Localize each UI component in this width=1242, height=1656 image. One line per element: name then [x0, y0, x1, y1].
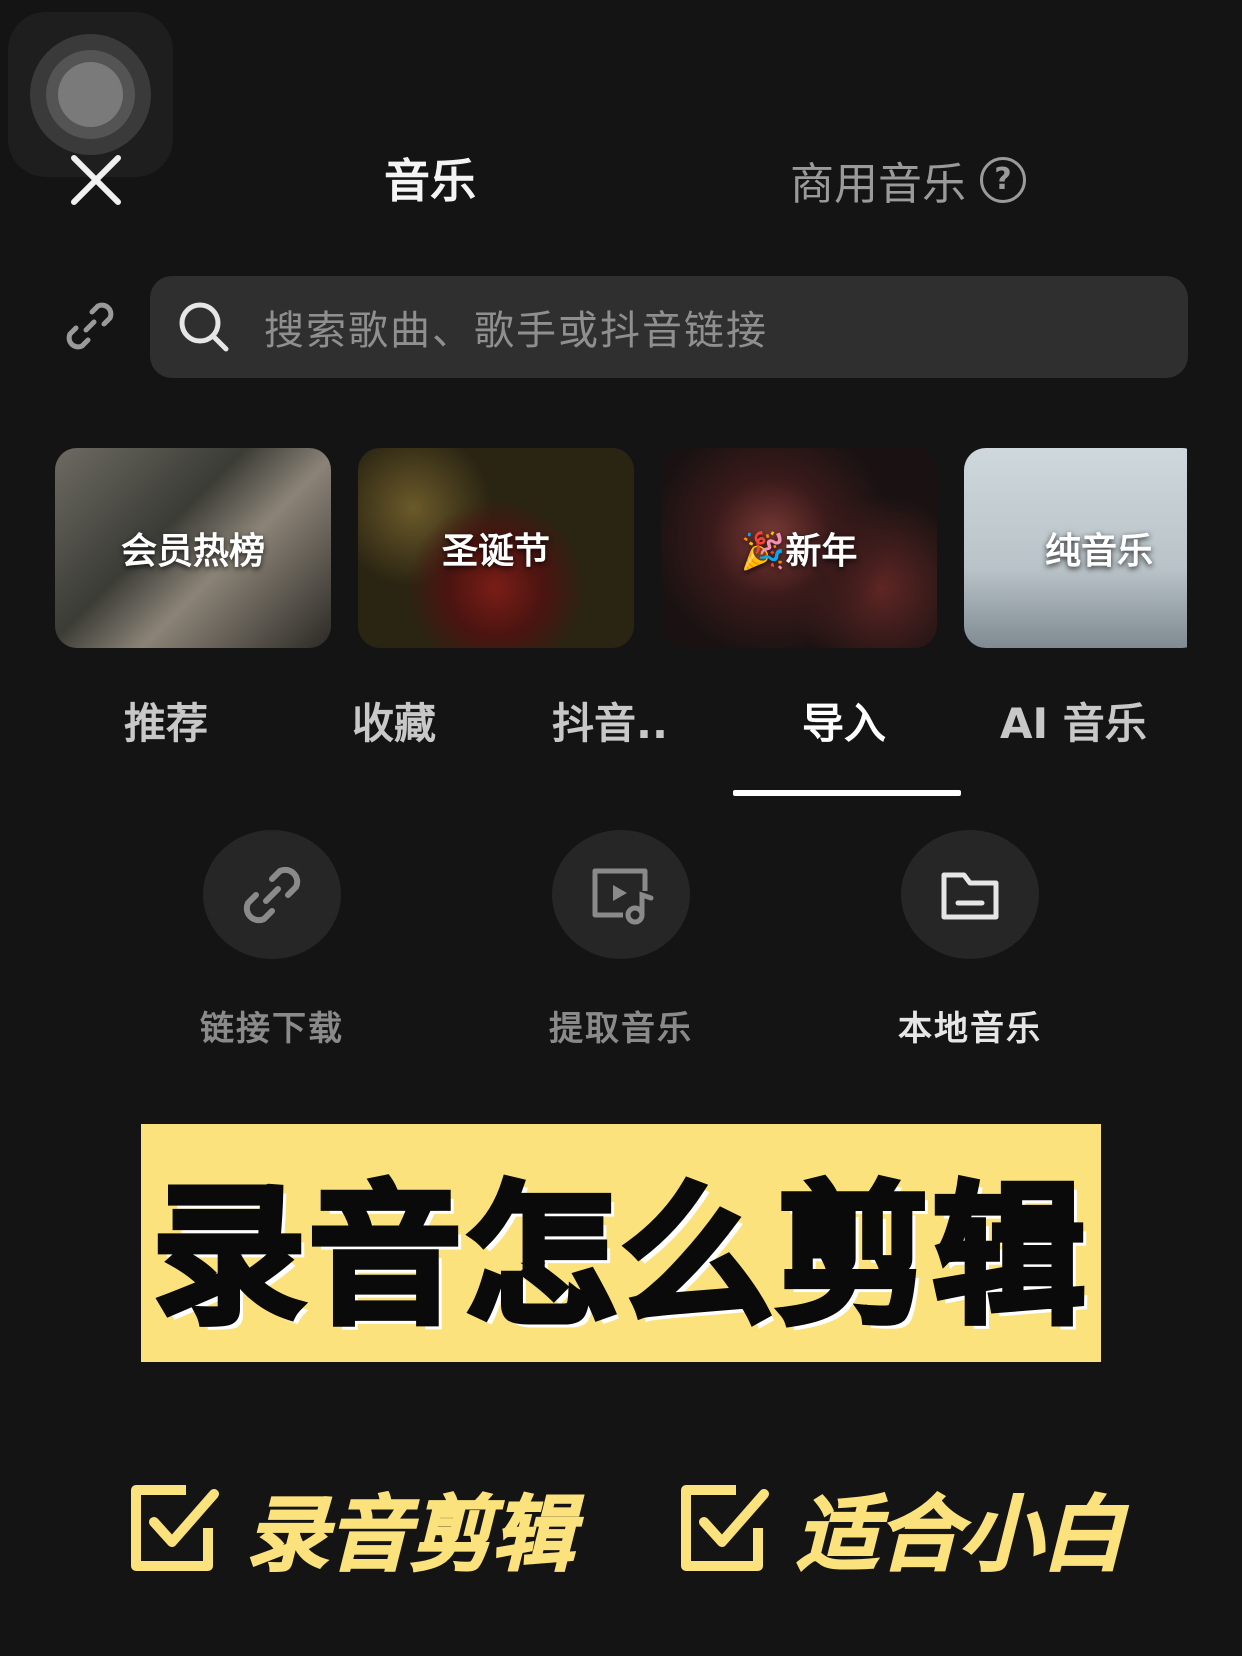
extract-music-circle [552, 830, 690, 959]
action-label: 链接下载 [200, 1009, 344, 1049]
tab-favorites[interactable]: 收藏 [352, 690, 436, 751]
assistive-touch-ring [58, 62, 123, 127]
category-carousel[interactable]: 会员热榜 圣诞节 🎉新年 纯音乐 [55, 448, 1187, 648]
search-placeholder: 搜索歌曲、歌手或抖音链接 [264, 308, 768, 354]
tab-import[interactable]: 导入 [802, 690, 886, 751]
link-icon [243, 866, 301, 923]
checkbox-icon [131, 1484, 219, 1571]
local-music-circle [901, 830, 1039, 959]
video-music-icon [592, 868, 654, 924]
link-download-circle [203, 830, 341, 959]
checkbox-icon [681, 1484, 769, 1571]
tab-ai-music[interactable]: AI 音乐 [1000, 690, 1147, 751]
commercial-music-label: 商用音乐 [790, 159, 966, 210]
search-icon [179, 302, 229, 352]
link-download-button[interactable]: 链接下载 [142, 830, 402, 1050]
help-icon[interactable]: ? [980, 157, 1026, 203]
tab-recommend[interactable]: 推荐 [124, 690, 208, 751]
extract-music-button[interactable]: 提取音乐 [491, 830, 751, 1050]
tag-text: 录音剪辑 [245, 1487, 575, 1584]
local-music-button[interactable]: 本地音乐 [840, 830, 1100, 1050]
search-input[interactable]: 搜索歌曲、歌手或抖音链接 [150, 276, 1188, 378]
title-banner: 录音怎么剪辑 [141, 1124, 1101, 1362]
category-card-pure-music[interactable]: 纯音乐 [964, 448, 1187, 648]
commercial-music-link[interactable]: 商用音乐 ? [790, 148, 1026, 212]
music-tabs: 推荐 收藏 抖音.. 导入 AI 音乐 [0, 690, 1242, 810]
category-card-label: 圣诞节 [441, 531, 550, 572]
category-card-label: 纯音乐 [1044, 531, 1153, 572]
feature-tag: 适合小白 [678, 1468, 1125, 1587]
category-card-christmas[interactable]: 圣诞节 [358, 448, 634, 648]
page-title: 音乐 [384, 154, 476, 208]
active-tab-indicator [733, 790, 961, 796]
category-card-new-year[interactable]: 🎉新年 [661, 448, 937, 648]
banner-text: 录音怎么剪辑 [150, 1165, 1089, 1348]
link-icon[interactable] [62, 298, 118, 354]
category-card-label: 会员热榜 [120, 531, 265, 572]
action-label: 提取音乐 [549, 1009, 693, 1049]
action-label: 本地音乐 [898, 1009, 1042, 1049]
category-card-vip-chart[interactable]: 会员热榜 [55, 448, 331, 648]
feature-tag: 录音剪辑 [128, 1468, 575, 1587]
category-card-label: 🎉新年 [740, 531, 858, 572]
folder-icon [941, 872, 999, 919]
tab-douyin[interactable]: 抖音.. [552, 690, 668, 751]
tag-text: 适合小白 [795, 1487, 1125, 1584]
